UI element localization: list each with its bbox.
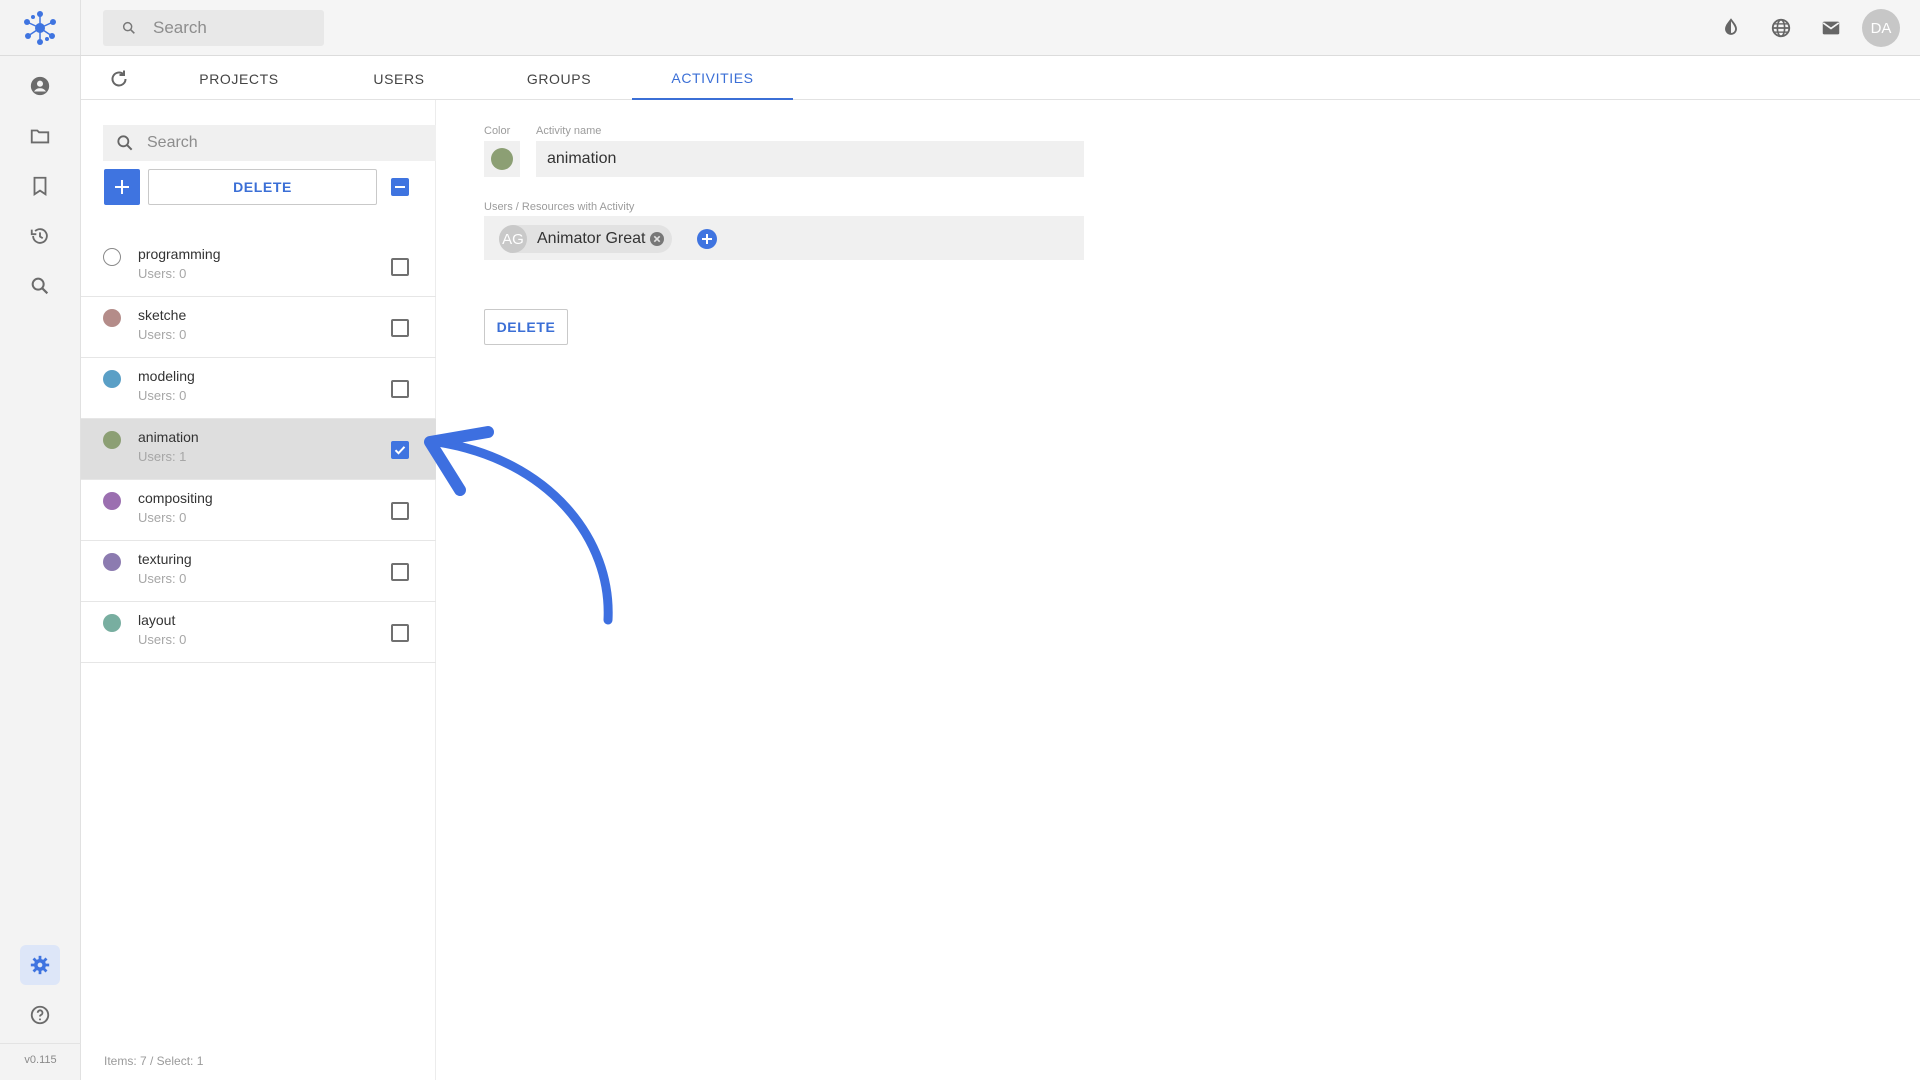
tab-projects[interactable]: PROJECTS — [165, 57, 313, 100]
global-search-placeholder: Search — [153, 18, 207, 37]
activity-name: sketche — [138, 307, 187, 323]
rail-settings-button[interactable] — [20, 945, 60, 985]
activity-color-dot — [103, 553, 121, 571]
activity-list-item[interactable]: texturing Users: 0 — [81, 541, 436, 602]
search-icon — [31, 277, 49, 295]
annotation-arrow-icon — [424, 426, 613, 625]
rail-profile-button[interactable] — [20, 66, 60, 106]
activity-list-item[interactable]: sketche Users: 0 — [81, 297, 436, 358]
add-activity-button[interactable] — [104, 169, 140, 205]
activity-checkbox[interactable] — [391, 380, 409, 398]
app-logo-icon[interactable] — [20, 8, 60, 48]
messages-button[interactable] — [1812, 9, 1850, 47]
activity-color-dot — [103, 614, 121, 632]
mail-icon — [1822, 21, 1840, 35]
activity-list-item[interactable]: programming Users: 0 — [81, 236, 436, 297]
activity-list-item[interactable]: compositing Users: 0 — [81, 480, 436, 541]
activity-checkbox[interactable] — [391, 258, 409, 276]
user-avatar[interactable]: DA — [1862, 9, 1900, 47]
activity-checkbox[interactable] — [391, 319, 409, 337]
activity-user-count: Users: 1 — [138, 449, 187, 464]
history-icon — [30, 228, 48, 244]
header-actions: DA — [1700, 9, 1900, 47]
activity-color-dot — [103, 370, 121, 388]
rail-history-button[interactable] — [20, 216, 60, 256]
top-header: Search DA — [81, 0, 1920, 56]
rail-bookmarks-button[interactable] — [20, 166, 60, 206]
activity-checkbox[interactable] — [391, 502, 409, 520]
check-icon — [394, 446, 406, 455]
bookmark-icon — [33, 176, 47, 196]
activity-color-dot — [103, 248, 121, 266]
delete-activities-button[interactable]: DELETE — [148, 169, 377, 205]
tab-users[interactable]: USERS — [325, 57, 473, 100]
activity-name: animation — [138, 429, 199, 445]
admin-tab-bar: PROJECTS USERS GROUPS ACTIVITIES — [81, 57, 1920, 100]
remove-chip-icon[interactable] — [650, 232, 664, 246]
activity-name: modeling — [138, 368, 195, 384]
activity-search-input[interactable]: Search — [103, 125, 436, 161]
rail-bottom-divider — [0, 1043, 81, 1044]
globe-icon — [1771, 18, 1791, 38]
theme-toggle-button[interactable] — [1712, 9, 1750, 47]
language-button[interactable] — [1762, 9, 1800, 47]
activity-name-input[interactable]: animation — [536, 141, 1084, 177]
global-search-input[interactable]: Search — [103, 10, 324, 46]
rail-search-button[interactable] — [20, 266, 60, 306]
activity-color-dot — [103, 492, 121, 510]
user-chip-avatar: AG — [499, 225, 527, 253]
activity-user-count: Users: 0 — [138, 510, 187, 525]
contrast-icon — [1725, 18, 1737, 35]
left-rail: v0.115 — [0, 0, 81, 1080]
activity-checkbox[interactable] — [391, 624, 409, 642]
activity-user-count: Users: 0 — [138, 388, 187, 403]
activity-checkbox[interactable] — [391, 563, 409, 581]
users-resources-label: Users / Resources with Activity — [484, 201, 635, 213]
activity-user-count: Users: 0 — [138, 266, 187, 281]
activity-user-count: Users: 0 — [138, 571, 187, 586]
refresh-icon[interactable] — [107, 67, 131, 91]
add-user-icon[interactable] — [697, 229, 717, 249]
activity-list-item[interactable]: animation Users: 1 — [81, 419, 436, 480]
gear-icon — [30, 955, 50, 975]
activity-checkbox[interactable] — [391, 441, 409, 459]
color-swatch-dot — [491, 148, 513, 170]
help-circle-icon — [30, 1005, 50, 1025]
folder-icon — [30, 129, 50, 144]
activity-color-dot — [103, 309, 121, 327]
activity-name: texturing — [138, 551, 192, 567]
minus-icon — [395, 186, 405, 188]
activity-search-placeholder: Search — [147, 134, 198, 151]
color-label: Color — [484, 125, 511, 137]
rail-projects-button[interactable] — [20, 116, 60, 156]
activity-name-label: Activity name — [536, 125, 602, 137]
delete-activity-button[interactable]: DELETE — [484, 309, 568, 345]
search-icon — [117, 135, 133, 151]
activities-list-panel: Search DELETE programming Users: 0 sketche… — [81, 100, 436, 1080]
activity-name: layout — [138, 612, 176, 628]
activity-list-item[interactable]: modeling Users: 0 — [81, 358, 436, 419]
rail-divider — [0, 55, 81, 56]
activity-color-dot — [103, 431, 121, 449]
users-resources-field: AG Animator Great — [484, 216, 1084, 260]
user-chip[interactable]: AG Animator Great — [499, 225, 672, 253]
account-circle-icon — [30, 76, 50, 96]
activity-name: compositing — [138, 490, 213, 506]
version-label: v0.115 — [24, 1054, 57, 1066]
user-chip-name: Animator Great — [537, 230, 646, 247]
rail-help-button[interactable] — [20, 995, 60, 1035]
select-all-checkbox[interactable] — [391, 178, 409, 196]
activity-list-item[interactable]: layout Users: 0 — [81, 602, 436, 663]
plus-icon — [115, 180, 129, 194]
activity-user-count: Users: 0 — [138, 632, 187, 647]
activity-user-count: Users: 0 — [138, 327, 187, 342]
search-icon — [122, 21, 135, 34]
tab-groups[interactable]: GROUPS — [485, 57, 633, 100]
items-count-label: Items: 7 / Select: 1 — [104, 1054, 204, 1068]
activity-name: programming — [138, 246, 221, 262]
tab-activities[interactable]: ACTIVITIES — [632, 57, 793, 100]
color-picker[interactable] — [484, 141, 520, 177]
